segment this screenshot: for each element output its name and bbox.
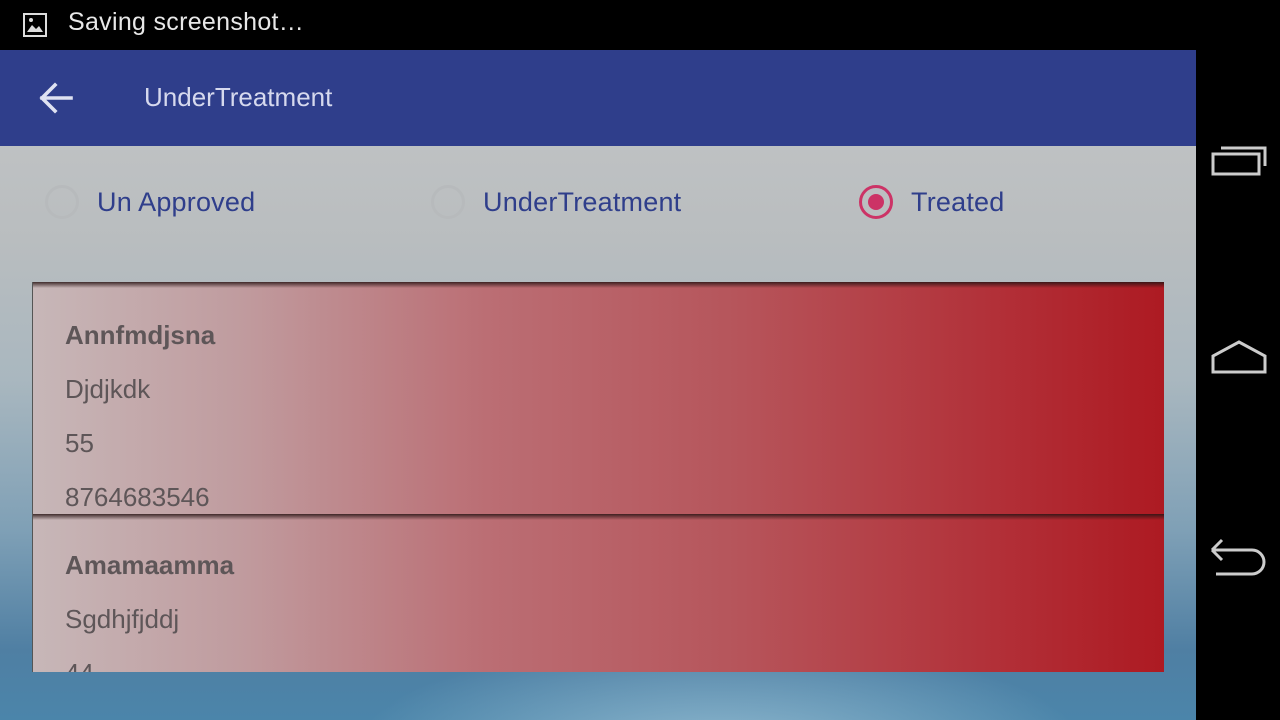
patient-age: 55 bbox=[65, 428, 94, 458]
image-icon bbox=[23, 13, 47, 37]
list-item[interactable]: Annfmdjsna Djdjkdk 55 8764683546 bbox=[32, 282, 1164, 514]
navigation-bar bbox=[1196, 50, 1280, 720]
patient-list[interactable]: Annfmdjsna Djdjkdk 55 8764683546 Amamaam… bbox=[32, 282, 1164, 672]
status-bar: Saving screenshot… bbox=[0, 0, 1280, 50]
radio-under-treatment[interactable]: UnderTreatment bbox=[431, 180, 681, 224]
radio-label: UnderTreatment bbox=[483, 186, 682, 217]
radio-treated[interactable]: Treated bbox=[859, 180, 1004, 224]
home-icon[interactable] bbox=[1210, 338, 1268, 376]
list-item[interactable]: Amamaamma Sgdhjfjddj 44 bbox=[32, 514, 1164, 672]
patient-name: Amamaamma bbox=[65, 550, 235, 580]
arrow-left-icon bbox=[39, 82, 73, 114]
patient-detail: Sgdhjfjddj bbox=[65, 604, 180, 634]
card-shadow bbox=[33, 514, 1164, 520]
card-shadow bbox=[33, 282, 1164, 288]
page-title: UnderTreatment bbox=[144, 82, 333, 112]
status-text: Saving screenshot… bbox=[68, 8, 305, 36]
radio-label: Un Approved bbox=[97, 186, 256, 217]
radio-label: Treated bbox=[911, 186, 1005, 217]
patient-detail: Djdjkdk bbox=[65, 374, 151, 404]
radio-checked-icon bbox=[859, 185, 893, 219]
radio-un-approved[interactable]: Un Approved bbox=[45, 180, 255, 224]
back-button[interactable] bbox=[34, 78, 78, 118]
app-screen: UnderTreatment Un Approved UnderTreatmen… bbox=[0, 50, 1196, 720]
radio-circle-icon bbox=[431, 185, 465, 219]
patient-phone: 8764683546 bbox=[65, 482, 210, 512]
patient-name: Annfmdjsna bbox=[65, 320, 216, 350]
recent-apps-icon[interactable] bbox=[1210, 142, 1268, 178]
back-icon[interactable] bbox=[1208, 538, 1272, 578]
radio-circle-icon bbox=[45, 185, 79, 219]
status-filter-radio-group: Un Approved UnderTreatment Treated bbox=[0, 146, 1196, 266]
patient-age: 44 bbox=[65, 658, 94, 672]
toolbar: UnderTreatment bbox=[0, 50, 1196, 146]
